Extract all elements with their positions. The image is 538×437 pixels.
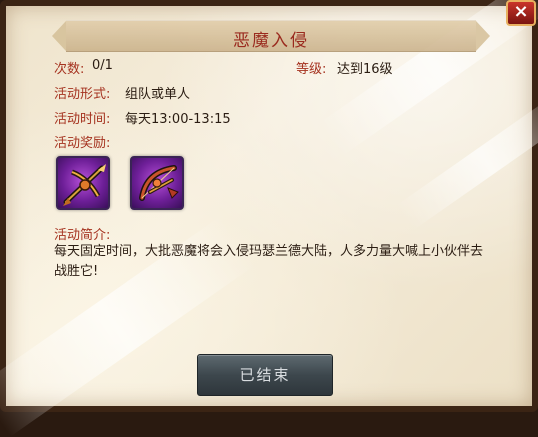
light-streak-decoration xyxy=(395,91,538,231)
dialog-title: 恶魔入侵 xyxy=(233,31,309,51)
form-label: 活动形式: xyxy=(54,87,111,102)
description-label: 活动简介: xyxy=(54,228,111,243)
ended-button[interactable]: 已结束 xyxy=(197,354,333,396)
reward-item-2[interactable] xyxy=(130,156,184,210)
reward-item-1[interactable] xyxy=(56,156,110,210)
time-value: 每天13:00-13:15 xyxy=(125,112,231,127)
bow-weapon-icon xyxy=(139,165,179,201)
reward-label: 活动奖励: xyxy=(54,136,111,151)
title-banner: 恶魔入侵 xyxy=(52,20,490,52)
form-value: 组队或单人 xyxy=(125,87,191,102)
times-value: 0/1 xyxy=(92,58,113,73)
level-value: 达到16级 xyxy=(337,62,393,77)
close-icon: × xyxy=(513,1,529,22)
times-label: 次数: xyxy=(54,62,85,77)
level-label: 等级: xyxy=(296,62,327,77)
close-button[interactable]: × xyxy=(506,0,536,26)
crossbow-weapon-icon xyxy=(63,164,106,206)
description-text: 每天固定时间，大批恶魔将会入侵玛瑟兰德大陆，人多力量大喊上小伙伴去战胜它! xyxy=(54,244,484,279)
time-label: 活动时间: xyxy=(54,112,111,127)
